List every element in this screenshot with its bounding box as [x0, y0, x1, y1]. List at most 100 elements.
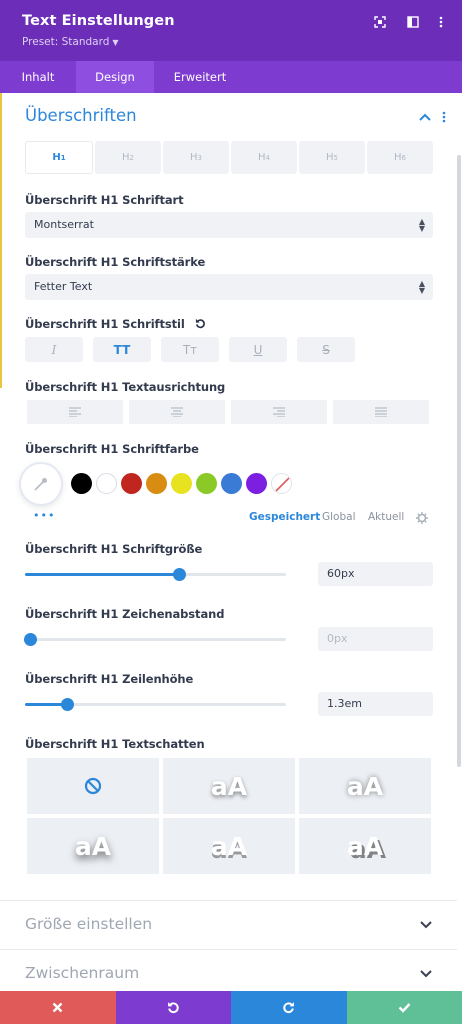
heading-level-tabs: H1 H2 H3 H4 H5 H6 [25, 141, 433, 174]
font-select[interactable]: Montserrat ▲ ▼ [25, 212, 433, 238]
shadow-preset-5[interactable]: aA [299, 818, 431, 874]
redo-button[interactable] [231, 991, 347, 1024]
color-mode-saved[interactable]: Gespeichert [249, 511, 320, 523]
tab-design[interactable]: Design [76, 61, 154, 93]
scrollbar[interactable] [457, 155, 461, 767]
chevron-down-icon[interactable] [420, 921, 432, 929]
fullscreen-icon[interactable] [372, 14, 388, 30]
style-label-text: Überschrift H1 Schriftstil [25, 317, 185, 331]
select-arrows-icon: ▲ ▼ [418, 217, 425, 233]
spacing-slider[interactable] [24, 633, 286, 646]
section-divider [0, 900, 457, 901]
swatch-yellow[interactable] [171, 473, 192, 494]
save-button[interactable] [346, 991, 462, 1024]
shadow-label: Überschrift H1 Textschatten [25, 737, 205, 751]
align-right-button[interactable] [231, 400, 327, 424]
tab-inhalt[interactable]: Inhalt [0, 61, 76, 93]
shadow-preset-1[interactable]: aA [163, 758, 295, 814]
undo-button[interactable] [115, 991, 231, 1024]
swatch-white[interactable] [96, 473, 117, 494]
font-value: Montserrat [34, 218, 94, 231]
preset-label: Preset: Standard [22, 36, 110, 48]
strikethrough-button[interactable]: S [297, 337, 355, 362]
tab-h4-label: H [258, 152, 266, 163]
shadow-preset-2[interactable]: aA [299, 758, 431, 814]
tab-h2[interactable]: H2 [95, 141, 161, 174]
tab-h6-sub: 6 [401, 153, 406, 162]
left-accent-bar [0, 93, 2, 388]
capitalize-button[interactable]: Tт [161, 337, 219, 362]
slider-handle[interactable] [60, 698, 74, 711]
color-picker[interactable] [21, 464, 61, 504]
size-input[interactable]: 60px [318, 562, 433, 586]
color-mode-current[interactable]: Aktuell [368, 511, 404, 523]
spacing-label: Überschrift H1 Zeichenabstand [25, 607, 225, 621]
tab-h2-sub: 2 [129, 153, 134, 162]
underline-button[interactable]: U [229, 337, 287, 362]
gear-icon[interactable] [416, 512, 428, 524]
size-slider[interactable] [25, 568, 286, 581]
lineheight-input[interactable]: 1.3em [318, 692, 433, 716]
tab-h1-label: H [52, 152, 61, 163]
action-footer [0, 991, 462, 1024]
shadow-presets: aA aA aA aA aA [27, 758, 431, 874]
align-center-button[interactable] [129, 400, 225, 424]
align-justify-button[interactable] [333, 400, 429, 424]
color-mode-global[interactable]: Global [322, 511, 356, 523]
slider-fill [25, 573, 179, 576]
section-title[interactable]: Überschriften [25, 106, 137, 125]
slider-handle[interactable] [172, 568, 186, 581]
slider-handle[interactable] [24, 633, 38, 646]
tab-erweitert[interactable]: Erweitert [154, 61, 246, 93]
tab-h5[interactable]: H5 [299, 141, 365, 174]
align-left-button[interactable] [27, 400, 123, 424]
swatch-purple[interactable] [246, 473, 267, 494]
weight-select[interactable]: Fetter Text ▲ ▼ [25, 274, 433, 300]
spacing-input[interactable]: 0px [318, 627, 433, 651]
swatch-red[interactable] [121, 473, 142, 494]
tab-h4[interactable]: H4 [231, 141, 297, 174]
more-colors-icon[interactable]: ••• [33, 509, 55, 522]
italic-glyph: I [51, 342, 57, 357]
sidebar-toggle-icon[interactable] [405, 14, 421, 30]
swatch-blue[interactable] [221, 473, 242, 494]
font-style-buttons: I TT Tт U S [25, 337, 355, 362]
tab-h1[interactable]: H1 [25, 141, 93, 174]
tab-h3[interactable]: H3 [163, 141, 229, 174]
section-menu-icon[interactable] [442, 108, 446, 126]
preset-dropdown[interactable]: Preset: Standard ▼ [22, 36, 119, 48]
shadow-preset-3[interactable]: aA [27, 818, 159, 874]
tab-h2-label: H [122, 152, 130, 163]
shadow-none[interactable] [27, 758, 159, 814]
swatch-green[interactable] [196, 473, 217, 494]
redo-icon [283, 1002, 295, 1014]
italic-button[interactable]: I [25, 337, 83, 362]
swatch-orange[interactable] [146, 473, 167, 494]
align-right-icon [273, 407, 285, 417]
underline-glyph: U [253, 342, 263, 357]
tab-h1-sub: 1 [60, 153, 66, 162]
chevron-down-icon[interactable] [420, 970, 432, 978]
tab-h5-sub: 5 [333, 153, 338, 162]
section-spacing[interactable]: Zwischenraum [25, 964, 139, 982]
style-label: Überschrift H1 Schriftstil [25, 317, 206, 331]
lineheight-label: Überschrift H1 Zeilenhöhe [25, 672, 194, 686]
tab-h6[interactable]: H6 [367, 141, 433, 174]
more-options-icon[interactable] [433, 14, 449, 30]
reset-icon[interactable] [195, 318, 206, 329]
uppercase-button[interactable]: TT [93, 337, 151, 362]
align-justify-icon [375, 407, 387, 417]
weight-value: Fetter Text [34, 280, 93, 293]
close-icon [52, 1002, 63, 1013]
swatch-black[interactable] [71, 473, 92, 494]
section-size[interactable]: Größe einstellen [25, 915, 152, 933]
undo-icon [167, 1002, 179, 1014]
chevron-up-icon[interactable] [419, 108, 431, 126]
modal-title: Text Einstellungen [22, 13, 175, 29]
lineheight-slider[interactable] [25, 698, 286, 711]
swatch-none[interactable] [271, 473, 292, 494]
cancel-button[interactable] [0, 991, 116, 1024]
shadow-preset-4[interactable]: aA [163, 818, 295, 874]
settings-header: Text Einstellungen Preset: Standard ▼ [0, 0, 462, 61]
select-arrows-icon: ▲ ▼ [418, 279, 425, 295]
